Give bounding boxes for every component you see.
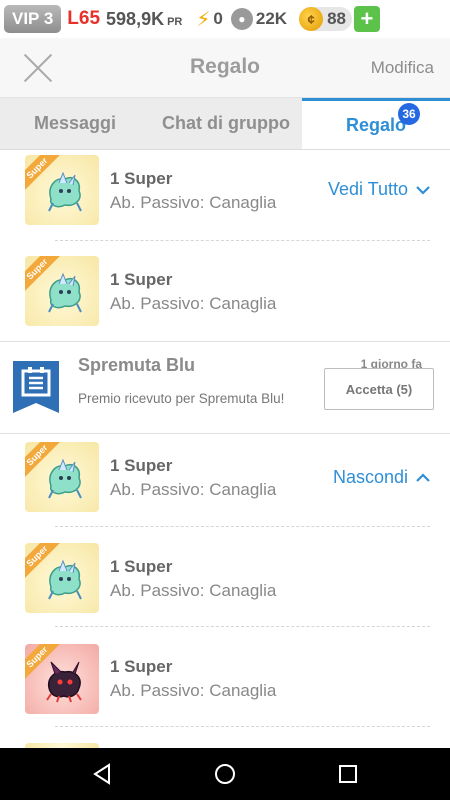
accept-button[interactable]: Accetta (5): [324, 368, 434, 410]
tab-bar: Messaggi Chat di gruppo Regalo 36: [0, 98, 450, 150]
paw-stat[interactable]: ● 22K: [230, 8, 288, 30]
power-unit: PR: [167, 15, 183, 28]
see-all-button[interactable]: Vedi Tutto: [328, 179, 430, 200]
gift-thumbnail: Super: [25, 256, 99, 326]
gift-thumbnail: Super: [25, 644, 99, 714]
add-coins-button[interactable]: +: [353, 6, 380, 32]
document-icon: [13, 361, 59, 413]
gift-ability: Ab. Passivo: Canaglia: [110, 581, 277, 600]
hide-button[interactable]: Nascondi: [333, 467, 430, 488]
dragon-icon: [48, 458, 82, 499]
gift-ability: Ab. Passivo: Canaglia: [110, 193, 277, 212]
recents-icon[interactable]: [328, 754, 368, 794]
see-all-label: Vedi Tutto: [327, 179, 408, 199]
screen: VIP 3 L65 598,9K PR ⚡ 0 ● 22K ¢ 88 + Rega…: [0, 0, 450, 800]
system-nav-bar: [0, 748, 450, 800]
item-divider: [55, 626, 430, 627]
chevron-up-icon: [416, 470, 430, 486]
tab-messages[interactable]: Messaggi: [0, 98, 150, 149]
dragon-icon: [48, 171, 82, 212]
lightning-icon: ⚡: [196, 8, 211, 31]
unread-badge: 36: [398, 103, 420, 125]
gift-item: Super 1 Super Ab. Passivo: Canaglia: [0, 537, 450, 637]
mail-title: Spremuta Blu: [78, 355, 196, 375]
gift-ability: Ab. Passivo: Canaglia: [110, 681, 277, 700]
item-divider: [55, 526, 430, 527]
gift-item: Super 1 Super Ab. Passivo: Canaglia Vedi…: [0, 151, 450, 251]
gift-name: 1 Super: [110, 169, 173, 188]
coin-counter[interactable]: ¢ 88: [299, 7, 352, 31]
section-separator: [0, 433, 450, 434]
chevron-down-icon: [416, 182, 430, 198]
gift-ability: Ab. Passivo: Canaglia: [110, 480, 277, 499]
tab-gift[interactable]: Regalo 36: [302, 98, 450, 149]
coin-value: 88: [327, 9, 346, 28]
mail-row[interactable]: Spremuta Blu Premio ricevuto per Spremut…: [0, 343, 450, 433]
gift-name: 1 Super: [110, 270, 173, 289]
dragon-icon: [48, 559, 82, 600]
dragon-icon: [48, 272, 82, 313]
gift-name: 1 Super: [110, 557, 173, 576]
home-icon[interactable]: [205, 754, 245, 794]
coin-icon: ¢: [299, 7, 324, 31]
gift-name: 1 Super: [110, 456, 173, 475]
status-bar: VIP 3 L65 598,9K PR ⚡ 0 ● 22K ¢ 88 +: [0, 0, 450, 38]
level-label: L65: [67, 8, 101, 29]
gift-thumbnail: Super: [25, 155, 99, 225]
gift-name: 1 Super: [110, 657, 173, 676]
hide-label: Nascondi: [332, 467, 408, 487]
gift-ability: Ab. Passivo: Canaglia: [110, 294, 277, 313]
gift-item: Super 1 Super Ab. Passivo: Canaglia: [0, 637, 450, 737]
gift-thumbnail: Super: [25, 543, 99, 613]
title-bar: Regalo Modifica: [0, 38, 450, 98]
edit-button[interactable]: Modifica: [371, 58, 434, 78]
gift-item: Super 1 Super Ab. Passivo: Canaglia Nasc…: [0, 437, 450, 537]
gift-list[interactable]: Super 1 Super Ab. Passivo: Canaglia Vedi…: [0, 151, 450, 748]
paw-value: 22K: [255, 9, 288, 28]
mail-message: Premio ricevuto per Spremuta Blu!: [78, 391, 285, 406]
gift-item: Super 1 Super Ab. Passivo: Canaglia: [0, 251, 450, 351]
vip-badge[interactable]: VIP 3: [4, 5, 62, 33]
tab-gift-label: Regalo: [345, 114, 406, 135]
gift-thumbnail: Super: [25, 442, 99, 512]
beast-icon: [46, 661, 82, 703]
back-icon[interactable]: [82, 754, 122, 794]
item-divider: [55, 240, 430, 241]
item-divider: [55, 726, 430, 727]
section-separator: [0, 341, 450, 342]
energy-stat[interactable]: ⚡ 0: [196, 7, 223, 32]
tab-group-chat[interactable]: Chat di gruppo: [150, 98, 302, 149]
paw-icon: ●: [230, 8, 253, 30]
power-number: 598,9K: [106, 8, 165, 29]
energy-value: 0: [213, 9, 223, 28]
power-value: 598,9K PR: [106, 9, 182, 30]
